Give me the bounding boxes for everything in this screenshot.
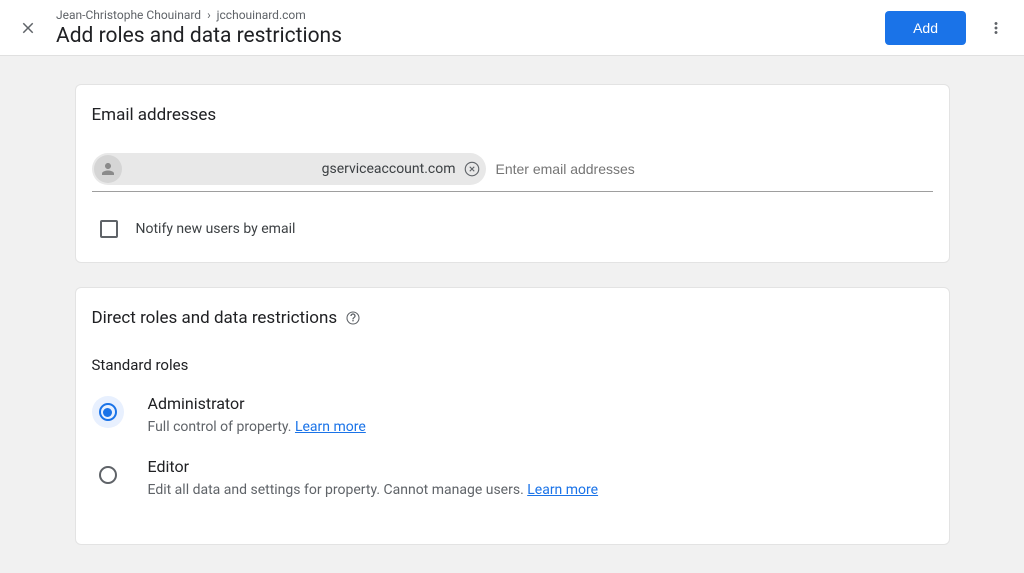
notify-checkbox-label: Notify new users by email bbox=[136, 221, 296, 237]
roles-title-row: Direct roles and data restrictions bbox=[92, 308, 933, 328]
chip-email-text: gserviceaccount.com bbox=[314, 161, 462, 177]
help-icon[interactable] bbox=[345, 310, 361, 326]
learn-more-link[interactable]: Learn more bbox=[527, 482, 598, 498]
role-administrator[interactable]: Administrator Full control of property. … bbox=[92, 394, 933, 435]
roles-section-title: Direct roles and data restrictions bbox=[92, 308, 338, 328]
role-body: Administrator Full control of property. … bbox=[148, 394, 366, 435]
learn-more-link[interactable]: Learn more bbox=[295, 419, 366, 435]
page-title: Add roles and data restrictions bbox=[56, 24, 885, 48]
header-bar: Jean-Christophe Chouinard › jcchouinard.… bbox=[0, 0, 1024, 56]
radio-editor[interactable] bbox=[92, 459, 124, 491]
standard-roles-heading: Standard roles bbox=[92, 356, 933, 374]
add-button[interactable]: Add bbox=[885, 11, 966, 45]
role-body: Editor Edit all data and settings for pr… bbox=[148, 457, 599, 498]
email-section-title: Email addresses bbox=[92, 105, 933, 125]
content-area: Email addresses gserviceaccount.com Noti… bbox=[0, 56, 1024, 573]
role-name: Administrator bbox=[148, 394, 366, 413]
email-chip: gserviceaccount.com bbox=[92, 153, 486, 185]
breadcrumb-site: jcchouinard.com bbox=[217, 8, 306, 22]
role-name: Editor bbox=[148, 457, 599, 476]
roles-card: Direct roles and data restrictions Stand… bbox=[75, 287, 950, 545]
breadcrumb-owner: Jean-Christophe Chouinard bbox=[56, 8, 201, 22]
role-desc: Edit all data and settings for property.… bbox=[148, 482, 599, 498]
breadcrumb: Jean-Christophe Chouinard › jcchouinard.… bbox=[56, 7, 885, 24]
email-input-row[interactable]: gserviceaccount.com bbox=[92, 153, 933, 192]
email-input[interactable] bbox=[496, 161, 933, 177]
close-icon[interactable] bbox=[10, 10, 46, 46]
email-addresses-card: Email addresses gserviceaccount.com Noti… bbox=[75, 84, 950, 263]
role-desc: Full control of property. Learn more bbox=[148, 419, 366, 435]
header-titles: Jean-Christophe Chouinard › jcchouinard.… bbox=[56, 7, 885, 48]
chevron-right-icon: › bbox=[207, 8, 211, 22]
notify-checkbox-row: Notify new users by email bbox=[92, 220, 933, 238]
notify-checkbox[interactable] bbox=[100, 220, 118, 238]
role-editor[interactable]: Editor Edit all data and settings for pr… bbox=[92, 457, 933, 498]
more-icon[interactable] bbox=[978, 10, 1014, 46]
chip-remove-icon[interactable] bbox=[462, 159, 482, 179]
avatar-icon bbox=[94, 155, 122, 183]
chip-body: gserviceaccount.com bbox=[122, 159, 482, 179]
radio-administrator[interactable] bbox=[92, 396, 124, 428]
